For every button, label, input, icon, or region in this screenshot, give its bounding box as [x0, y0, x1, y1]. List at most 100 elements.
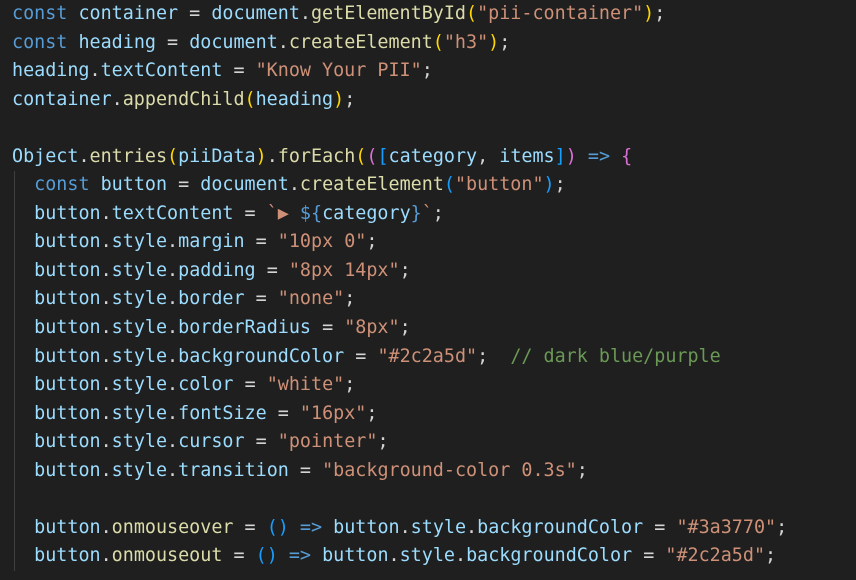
- code-token: padding: [178, 259, 256, 281]
- code-token: style: [111, 402, 168, 424]
- code-token: =: [643, 516, 677, 538]
- code-token: cursor: [178, 431, 245, 453]
- code-token: category: [388, 145, 478, 167]
- code-token: button: [34, 545, 101, 567]
- code-line[interactable]: const button = document.createElement("b…: [0, 171, 856, 200]
- code-token: .: [167, 374, 179, 396]
- code-token: .: [100, 402, 112, 424]
- code-line[interactable]: [0, 114, 856, 143]
- indent-guide: [14, 485, 15, 514]
- code-token: =: [167, 174, 201, 196]
- code-token: button: [34, 402, 101, 424]
- code-token: transition: [178, 459, 289, 481]
- code-token: .: [100, 516, 112, 538]
- code-token: .: [167, 345, 179, 367]
- code-token: ;: [421, 60, 433, 82]
- code-token: "button": [454, 174, 544, 196]
- code-token: ;: [576, 459, 588, 481]
- code-token: (: [355, 145, 367, 167]
- code-token: "white": [266, 374, 345, 396]
- code-token: ): [266, 545, 278, 567]
- code-token: =: [266, 402, 300, 424]
- code-token: ;: [654, 3, 666, 24]
- code-line[interactable]: button.textContent = `▶ ${category}`;: [0, 199, 856, 229]
- code-token: ,: [477, 145, 500, 167]
- code-token: .: [299, 3, 311, 24]
- code-token: style: [111, 431, 168, 453]
- code-token: .: [78, 145, 90, 167]
- code-line[interactable]: button.style.border = "none";: [0, 285, 856, 315]
- code-token: entries: [89, 145, 168, 167]
- code-token: ;: [344, 288, 356, 310]
- code-line[interactable]: Object.entries(piiData).forEach(([catego…: [0, 143, 856, 172]
- code-token: =: [233, 202, 267, 224]
- code-token: textContent: [111, 202, 234, 224]
- code-line[interactable]: button.style.borderRadius = "8px";: [0, 314, 856, 343]
- code-token: container: [78, 3, 179, 24]
- code-token: .: [167, 317, 179, 339]
- code-token: .: [167, 402, 179, 424]
- code-token: .: [266, 145, 278, 167]
- code-line[interactable]: [0, 485, 856, 514]
- code-token: style: [111, 259, 168, 281]
- code-line[interactable]: button.onmouseout = () => button.style.b…: [0, 542, 856, 571]
- indent-guide: [14, 228, 15, 257]
- code-token: button: [34, 288, 101, 310]
- code-token: document: [189, 31, 278, 53]
- code-token: style: [111, 317, 168, 339]
- code-token: piiData: [178, 145, 256, 167]
- code-token: heading: [12, 60, 90, 82]
- code-token: "#2c2a5d": [377, 345, 478, 367]
- code-token: .: [100, 202, 112, 224]
- code-line[interactable]: button.style.color = "white";: [0, 371, 856, 400]
- code-line[interactable]: button.style.padding = "8px 14px";: [0, 256, 856, 286]
- indent-guide: [14, 314, 15, 343]
- code-line[interactable]: heading.textContent = "Know Your PII";: [0, 57, 856, 86]
- code-token: backgroundColor: [178, 345, 345, 367]
- indent-guide: [14, 256, 15, 286]
- code-line[interactable]: button.style.transition = "background-co…: [0, 456, 856, 486]
- code-token: .: [167, 259, 179, 281]
- code-token: ;: [499, 31, 511, 53]
- code-token: ): [543, 174, 555, 196]
- code-token: [: [377, 145, 389, 167]
- code-token: getElementById: [310, 3, 466, 24]
- code-token: ): [333, 88, 345, 110]
- code-line[interactable]: button.style.margin = "10px 0";: [0, 228, 856, 257]
- code-token: createElement: [299, 174, 444, 196]
- code-token: ;: [344, 88, 356, 110]
- code-token: .: [100, 431, 112, 453]
- code-token: "10px 0": [277, 231, 367, 253]
- code-token: {: [621, 145, 633, 167]
- code-token: =: [222, 60, 256, 82]
- code-token: style: [111, 288, 168, 310]
- code-line[interactable]: button.style.fontSize = "16px";: [0, 399, 856, 429]
- code-editor[interactable]: const container = document.getElementByI…: [0, 0, 856, 580]
- code-token: borderRadius: [178, 317, 311, 339]
- code-token: button: [34, 459, 101, 481]
- code-line[interactable]: button.style.backgroundColor = "#2c2a5d"…: [0, 342, 856, 372]
- code-token: // dark blue/purple: [510, 345, 721, 367]
- code-token: "h3": [443, 31, 489, 53]
- code-token: "8px 14px": [288, 259, 400, 281]
- code-line[interactable]: const container = document.getElementByI…: [0, 0, 856, 29]
- code-line[interactable]: const heading = document.createElement("…: [0, 29, 856, 58]
- code-line[interactable]: container.appendChild(heading);: [0, 86, 856, 115]
- code-token: .: [288, 174, 300, 196]
- code-line[interactable]: button.style.cursor = "pointer";: [0, 428, 856, 457]
- code-token: onmouseout: [111, 545, 223, 567]
- code-token: .: [89, 60, 101, 82]
- code-token: category: [322, 202, 411, 224]
- code-line[interactable]: button.onmouseover = () => button.style.…: [0, 513, 856, 543]
- code-token: ;: [554, 174, 566, 196]
